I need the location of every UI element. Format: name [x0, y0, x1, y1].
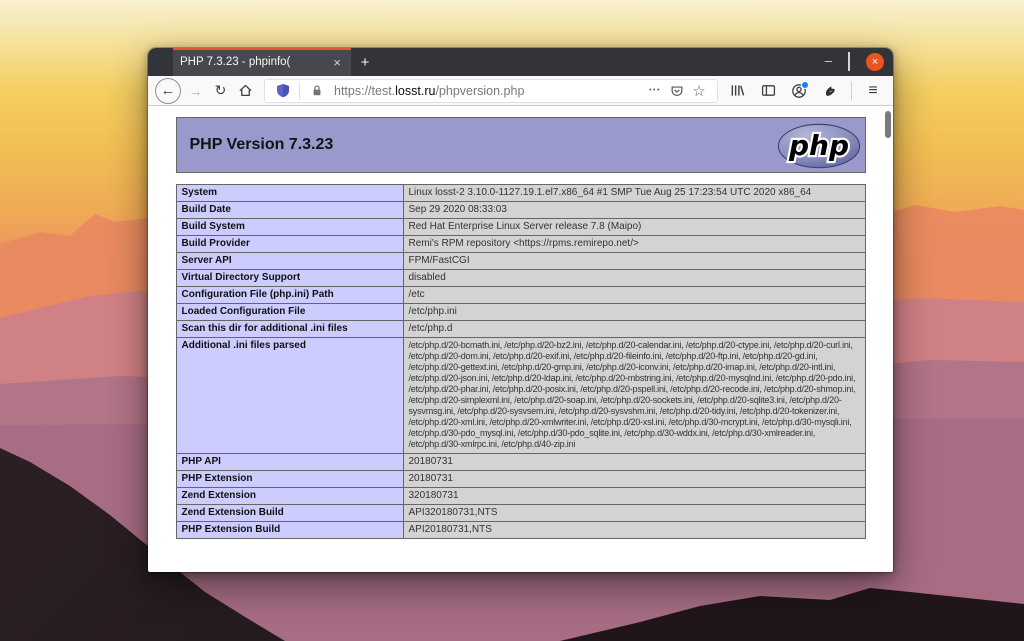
row-label: Configuration File (php.ini) Path	[176, 287, 403, 304]
row-label: PHP API	[176, 453, 403, 470]
svg-text:php: php	[787, 129, 848, 162]
table-row: PHP Extension20180731	[176, 470, 865, 487]
row-value: API320180731,NTS	[403, 504, 865, 521]
library-icon[interactable]	[727, 80, 747, 102]
forward-button[interactable]: →	[183, 79, 208, 103]
browser-toolbar: ← → ↻ https://test.losst.ru/phpversion.p…	[148, 76, 893, 106]
page-content: PHP Version 7.3.23 php SystemLinux losst…	[148, 106, 893, 572]
account-notification-badge	[801, 81, 809, 89]
row-value: /etc/php.d	[403, 321, 865, 338]
maximize-icon	[848, 52, 850, 71]
tab-title: PHP 7.3.23 - phpinfo(	[180, 56, 330, 68]
window-controls: – ×	[825, 48, 893, 76]
table-row: Scan this dir for additional .ini files/…	[176, 321, 865, 338]
url-prefix: https://test.	[334, 84, 395, 98]
row-value: /etc	[403, 287, 865, 304]
row-label: Loaded Configuration File	[176, 304, 403, 321]
row-value: /etc/php.d/20-bcmath.ini, /etc/php.d/20-…	[403, 338, 865, 454]
tab-bar-fill	[379, 48, 825, 76]
extension-icon[interactable]	[820, 80, 840, 102]
sidebar-icon[interactable]	[758, 80, 778, 102]
toolbar-separator	[851, 82, 852, 100]
back-button[interactable]: ←	[155, 78, 181, 104]
phpinfo-header: PHP Version 7.3.23 php	[176, 117, 866, 173]
row-label: Build Date	[176, 202, 403, 219]
table-row: Additional .ini files parsed/etc/php.d/2…	[176, 338, 865, 454]
reload-button[interactable]: ↻	[208, 79, 233, 103]
urlbar-separator	[299, 83, 300, 99]
window-close-button[interactable]: ×	[866, 53, 884, 71]
account-icon[interactable]	[789, 80, 809, 102]
row-value: 20180731	[403, 453, 865, 470]
row-label: Server API	[176, 253, 403, 270]
browser-window: PHP 7.3.23 - phpinfo( × + – × ← → ↻ http…	[148, 48, 893, 572]
row-label: PHP Extension	[176, 470, 403, 487]
home-button[interactable]	[233, 79, 258, 103]
tab-close-icon[interactable]: ×	[330, 54, 344, 71]
toolbar-right-icons: ≡	[724, 80, 886, 102]
browser-tab[interactable]: PHP 7.3.23 - phpinfo( ×	[173, 48, 351, 76]
row-label: Build System	[176, 219, 403, 236]
row-value: Red Hat Enterprise Linux Server release …	[403, 219, 865, 236]
table-row: SystemLinux losst-2 3.10.0-1127.19.1.el7…	[176, 185, 865, 202]
row-label: PHP Extension Build	[176, 521, 403, 538]
table-row: Zend Extension BuildAPI320180731,NTS	[176, 504, 865, 521]
row-value: 320180731	[403, 487, 865, 504]
row-value: /etc/php.ini	[403, 304, 865, 321]
row-value: Linux losst-2 3.10.0-1127.19.1.el7.x86_6…	[403, 185, 865, 202]
table-row: Build SystemRed Hat Enterprise Linux Ser…	[176, 219, 865, 236]
row-label: Build Provider	[176, 236, 403, 253]
window-minimize-button[interactable]: –	[825, 54, 832, 67]
tab-bar-spacer	[148, 48, 173, 76]
phpinfo-table: SystemLinux losst-2 3.10.0-1127.19.1.el7…	[176, 184, 866, 539]
table-row: Configuration File (php.ini) Path/etc	[176, 287, 865, 304]
row-label: System	[176, 185, 403, 202]
phpinfo-table-body: SystemLinux losst-2 3.10.0-1127.19.1.el7…	[176, 185, 865, 539]
table-row: PHP Extension BuildAPI20180731,NTS	[176, 521, 865, 538]
row-value: API20180731,NTS	[403, 521, 865, 538]
phpinfo-page: PHP Version 7.3.23 php SystemLinux losst…	[176, 117, 866, 539]
row-label: Zend Extension Build	[176, 504, 403, 521]
pocket-icon[interactable]	[666, 80, 688, 102]
row-label: Zend Extension	[176, 487, 403, 504]
row-value: disabled	[403, 270, 865, 287]
row-label: Virtual Directory Support	[176, 270, 403, 287]
table-row: Virtual Directory Supportdisabled	[176, 270, 865, 287]
tracking-protection-shield-icon[interactable]	[272, 80, 294, 102]
vertical-scrollbar[interactable]	[882, 106, 893, 572]
page-actions-icon[interactable]: •••	[644, 80, 666, 102]
table-row: Build DateSep 29 2020 08:33:03	[176, 202, 865, 219]
new-tab-button[interactable]: +	[351, 48, 379, 76]
table-row: PHP API20180731	[176, 453, 865, 470]
menu-icon[interactable]: ≡	[863, 80, 883, 102]
lock-icon[interactable]	[306, 80, 328, 102]
table-row: Server APIFPM/FastCGI	[176, 253, 865, 270]
url-bar[interactable]: https://test.losst.ru/phpversion.php •••…	[264, 79, 718, 103]
url-text: https://test.losst.ru/phpversion.php	[334, 84, 644, 98]
row-value: Sep 29 2020 08:33:03	[403, 202, 865, 219]
row-label: Additional .ini files parsed	[176, 338, 403, 454]
table-row: Build ProviderRemi's RPM repository <htt…	[176, 236, 865, 253]
window-maximize-button[interactable]	[848, 53, 850, 71]
bookmark-star-icon[interactable]: ☆	[688, 80, 710, 102]
table-row: Zend Extension320180731	[176, 487, 865, 504]
row-value: 20180731	[403, 470, 865, 487]
row-value: FPM/FastCGI	[403, 253, 865, 270]
scrollbar-thumb[interactable]	[885, 111, 891, 138]
page-title: PHP Version 7.3.23	[190, 136, 334, 154]
php-logo: php	[777, 122, 861, 170]
row-label: Scan this dir for additional .ini files	[176, 321, 403, 338]
row-value: Remi's RPM repository <https://rpms.remi…	[403, 236, 865, 253]
table-row: Loaded Configuration File/etc/php.ini	[176, 304, 865, 321]
home-icon	[238, 83, 253, 98]
tab-bar: PHP 7.3.23 - phpinfo( × + – ×	[148, 48, 893, 76]
url-path: /phpversion.php	[435, 84, 524, 98]
url-domain: losst.ru	[395, 84, 435, 98]
